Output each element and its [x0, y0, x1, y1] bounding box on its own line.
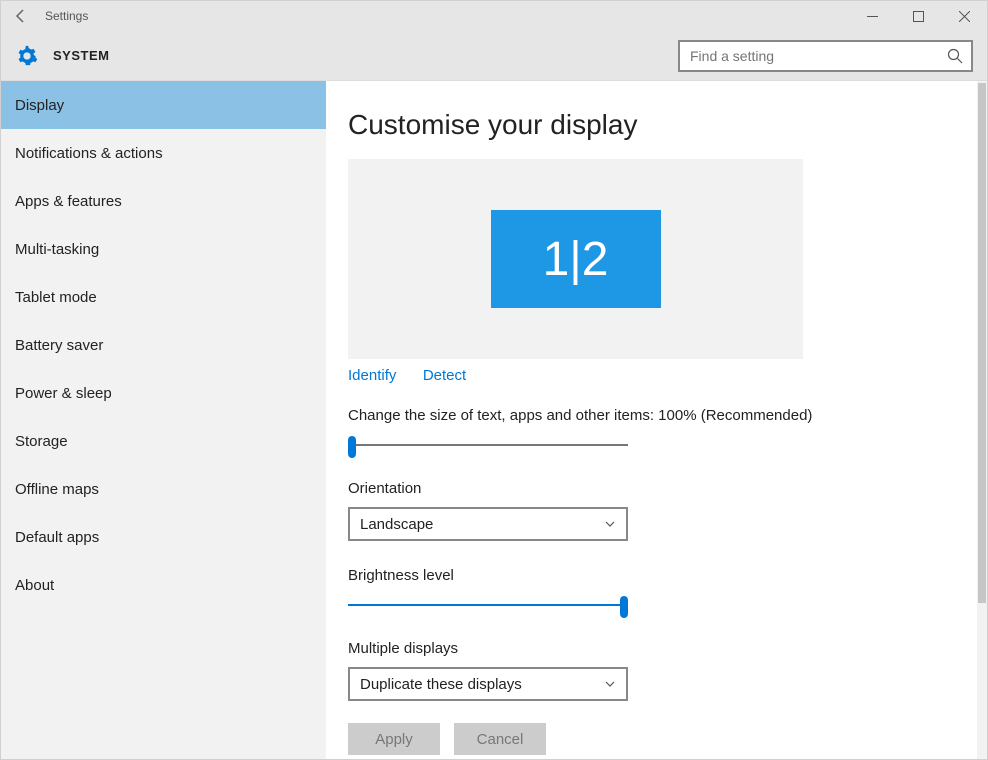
cancel-button[interactable]: Cancel	[454, 723, 546, 755]
page-heading: Customise your display	[348, 109, 947, 141]
scale-slider[interactable]	[348, 434, 628, 456]
settings-window: Settings SYSTEM Display Notifications & …	[0, 0, 988, 760]
content-pane: Customise your display 1|2 Identify Dete…	[326, 81, 987, 759]
scale-label: Change the size of text, apps and other …	[348, 407, 947, 424]
sidebar-item-label: Multi-tasking	[15, 241, 99, 258]
gear-icon	[15, 44, 39, 68]
slider-thumb[interactable]	[348, 436, 356, 458]
slider-fill	[348, 604, 628, 606]
orientation-value: Landscape	[360, 516, 433, 533]
orientation-select[interactable]: Landscape	[348, 507, 628, 541]
window-title: Settings	[41, 9, 88, 23]
sidebar-item-label: Offline maps	[15, 481, 99, 498]
maximize-icon	[913, 11, 924, 22]
back-button[interactable]	[1, 8, 41, 24]
arrow-left-icon	[13, 8, 29, 24]
apply-label: Apply	[375, 731, 413, 748]
scroll-area: Customise your display 1|2 Identify Dete…	[326, 81, 977, 759]
sidebar-item-default-apps[interactable]: Default apps	[1, 513, 326, 561]
sidebar-item-label: Storage	[15, 433, 68, 450]
close-button[interactable]	[941, 1, 987, 31]
search-box[interactable]	[678, 40, 973, 72]
cancel-label: Cancel	[477, 731, 524, 748]
multiple-displays-value: Duplicate these displays	[360, 676, 522, 693]
sidebar-item-display[interactable]: Display	[1, 81, 326, 129]
brightness-label: Brightness level	[348, 567, 947, 584]
slider-thumb[interactable]	[620, 596, 628, 618]
minimize-button[interactable]	[849, 1, 895, 31]
apply-button[interactable]: Apply	[348, 723, 440, 755]
sidebar-item-label: Power & sleep	[15, 385, 112, 402]
sidebar-item-power[interactable]: Power & sleep	[1, 369, 326, 417]
display-links: Identify Detect	[348, 367, 947, 385]
maximize-button[interactable]	[895, 1, 941, 31]
brightness-slider[interactable]	[348, 594, 628, 616]
sidebar-item-about[interactable]: About	[1, 561, 326, 609]
sidebar-item-battery[interactable]: Battery saver	[1, 321, 326, 369]
sidebar-item-label: Apps & features	[15, 193, 122, 210]
sidebar-item-label: Display	[15, 97, 64, 114]
detect-link[interactable]: Detect	[423, 367, 466, 384]
sidebar-item-label: Tablet mode	[15, 289, 97, 306]
sidebar-item-label: About	[15, 577, 54, 594]
chevron-down-icon	[604, 678, 616, 690]
slider-track	[348, 444, 628, 446]
sidebar-item-storage[interactable]: Storage	[1, 417, 326, 465]
sidebar-item-notifications[interactable]: Notifications & actions	[1, 129, 326, 177]
display-preview[interactable]: 1|2	[348, 159, 803, 359]
sidebar-item-label: Battery saver	[15, 337, 103, 354]
search-icon	[947, 48, 963, 64]
monitor-tile[interactable]: 1|2	[491, 210, 661, 308]
sidebar-item-label: Default apps	[15, 529, 99, 546]
search-input[interactable]	[688, 47, 947, 65]
sidebar-item-apps[interactable]: Apps & features	[1, 177, 326, 225]
section-title: SYSTEM	[53, 48, 109, 63]
titlebar: Settings	[1, 1, 987, 31]
sidebar-item-tablet[interactable]: Tablet mode	[1, 273, 326, 321]
sidebar-item-label: Notifications & actions	[15, 145, 163, 162]
identify-link[interactable]: Identify	[348, 367, 396, 384]
vertical-scrollbar[interactable]	[977, 81, 987, 759]
monitor-number: 1|2	[543, 232, 609, 287]
minimize-icon	[867, 11, 878, 22]
orientation-label: Orientation	[348, 480, 947, 497]
multiple-displays-label: Multiple displays	[348, 640, 947, 657]
body: Display Notifications & actions Apps & f…	[1, 81, 987, 759]
chevron-down-icon	[604, 518, 616, 530]
sidebar-item-maps[interactable]: Offline maps	[1, 465, 326, 513]
multiple-displays-select[interactable]: Duplicate these displays	[348, 667, 628, 701]
close-icon	[959, 11, 970, 22]
scrollbar-thumb[interactable]	[978, 83, 986, 603]
button-row: Apply Cancel	[348, 723, 947, 755]
sidebar-item-multitasking[interactable]: Multi-tasking	[1, 225, 326, 273]
sidebar: Display Notifications & actions Apps & f…	[1, 81, 326, 759]
header: SYSTEM	[1, 31, 987, 81]
